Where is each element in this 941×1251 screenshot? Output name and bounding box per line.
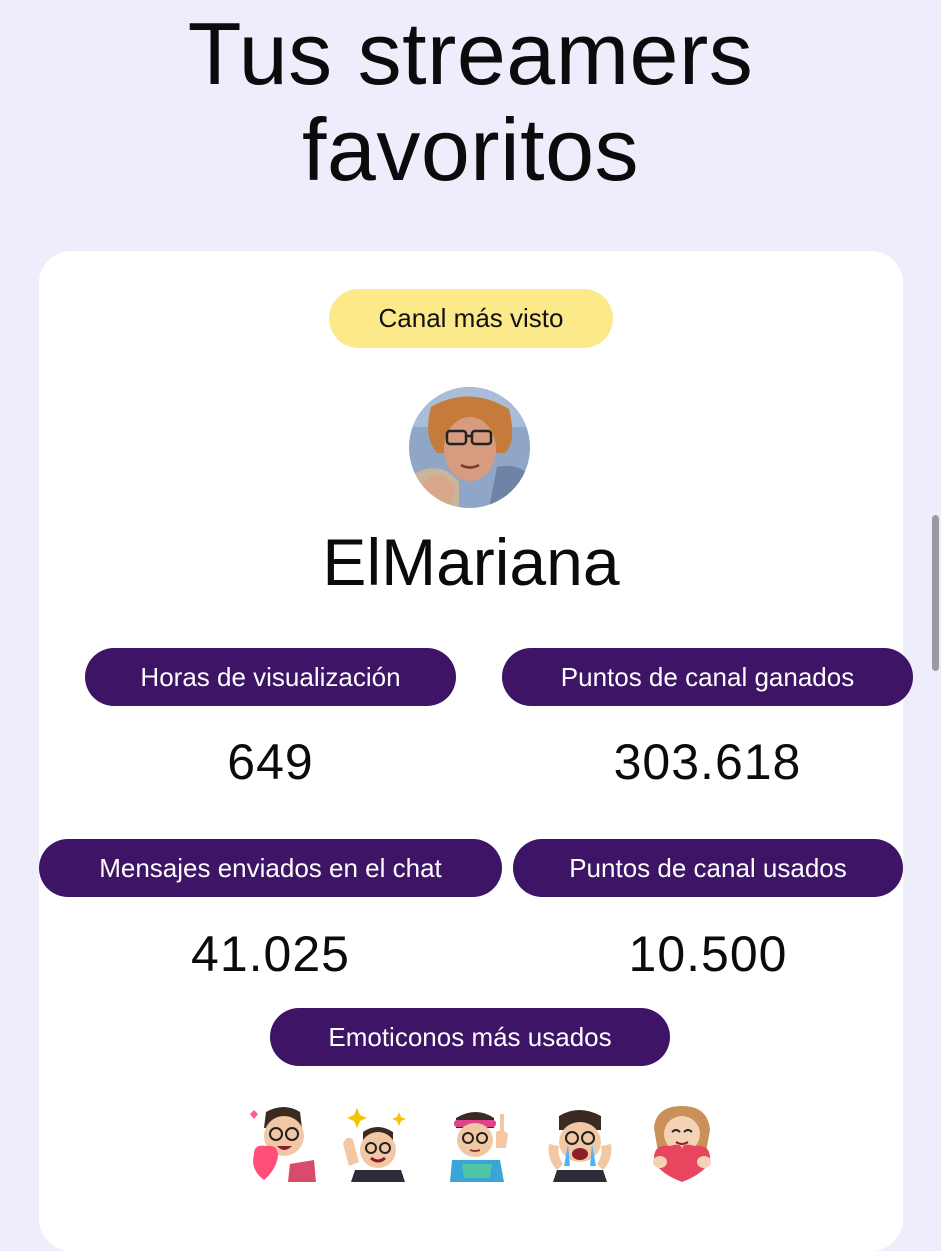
streamer-avatar[interactable] bbox=[409, 387, 530, 508]
heart-love-emote[interactable] bbox=[244, 1104, 318, 1182]
points-used-label: Puntos de canal usados bbox=[513, 839, 903, 897]
sparkle-wave-emote[interactable] bbox=[339, 1104, 413, 1182]
page-title-line-1: Tus streamers bbox=[187, 4, 754, 103]
top-channel-card: Canal más visto ElMariana Horas de visua… bbox=[39, 251, 913, 1251]
watch-hours-label: Horas de visualización bbox=[85, 648, 456, 706]
top-emotes-label: Emoticonos más usados bbox=[270, 1008, 670, 1066]
heart-love-icon bbox=[250, 1107, 316, 1182]
heart-hug-icon bbox=[653, 1106, 711, 1182]
crying-icon bbox=[548, 1110, 612, 1182]
heart-hug-emote[interactable] bbox=[644, 1104, 718, 1182]
streamer-name: ElMariana bbox=[322, 525, 620, 599]
page-title: Tus streamers favoritos bbox=[0, 6, 941, 198]
headband-pointing-emote[interactable] bbox=[442, 1104, 516, 1182]
messages-sent-value: 41.025 bbox=[191, 926, 350, 982]
points-used-value: 10.500 bbox=[628, 926, 788, 982]
points-earned-value: 303.618 bbox=[613, 734, 802, 790]
watch-hours-value: 649 bbox=[227, 734, 314, 790]
page-title-line-2: favoritos bbox=[301, 100, 640, 199]
points-earned-label: Puntos de canal ganados bbox=[502, 648, 913, 706]
crying-emote[interactable] bbox=[543, 1104, 617, 1182]
messages-sent-label: Mensajes enviados en el chat bbox=[39, 839, 502, 897]
headband-pointing-icon bbox=[450, 1112, 508, 1182]
most-watched-badge: Canal más visto bbox=[329, 289, 613, 348]
scrollbar-thumb[interactable] bbox=[932, 515, 939, 671]
avatar-image bbox=[409, 387, 530, 508]
sparkle-wave-icon bbox=[343, 1108, 406, 1182]
